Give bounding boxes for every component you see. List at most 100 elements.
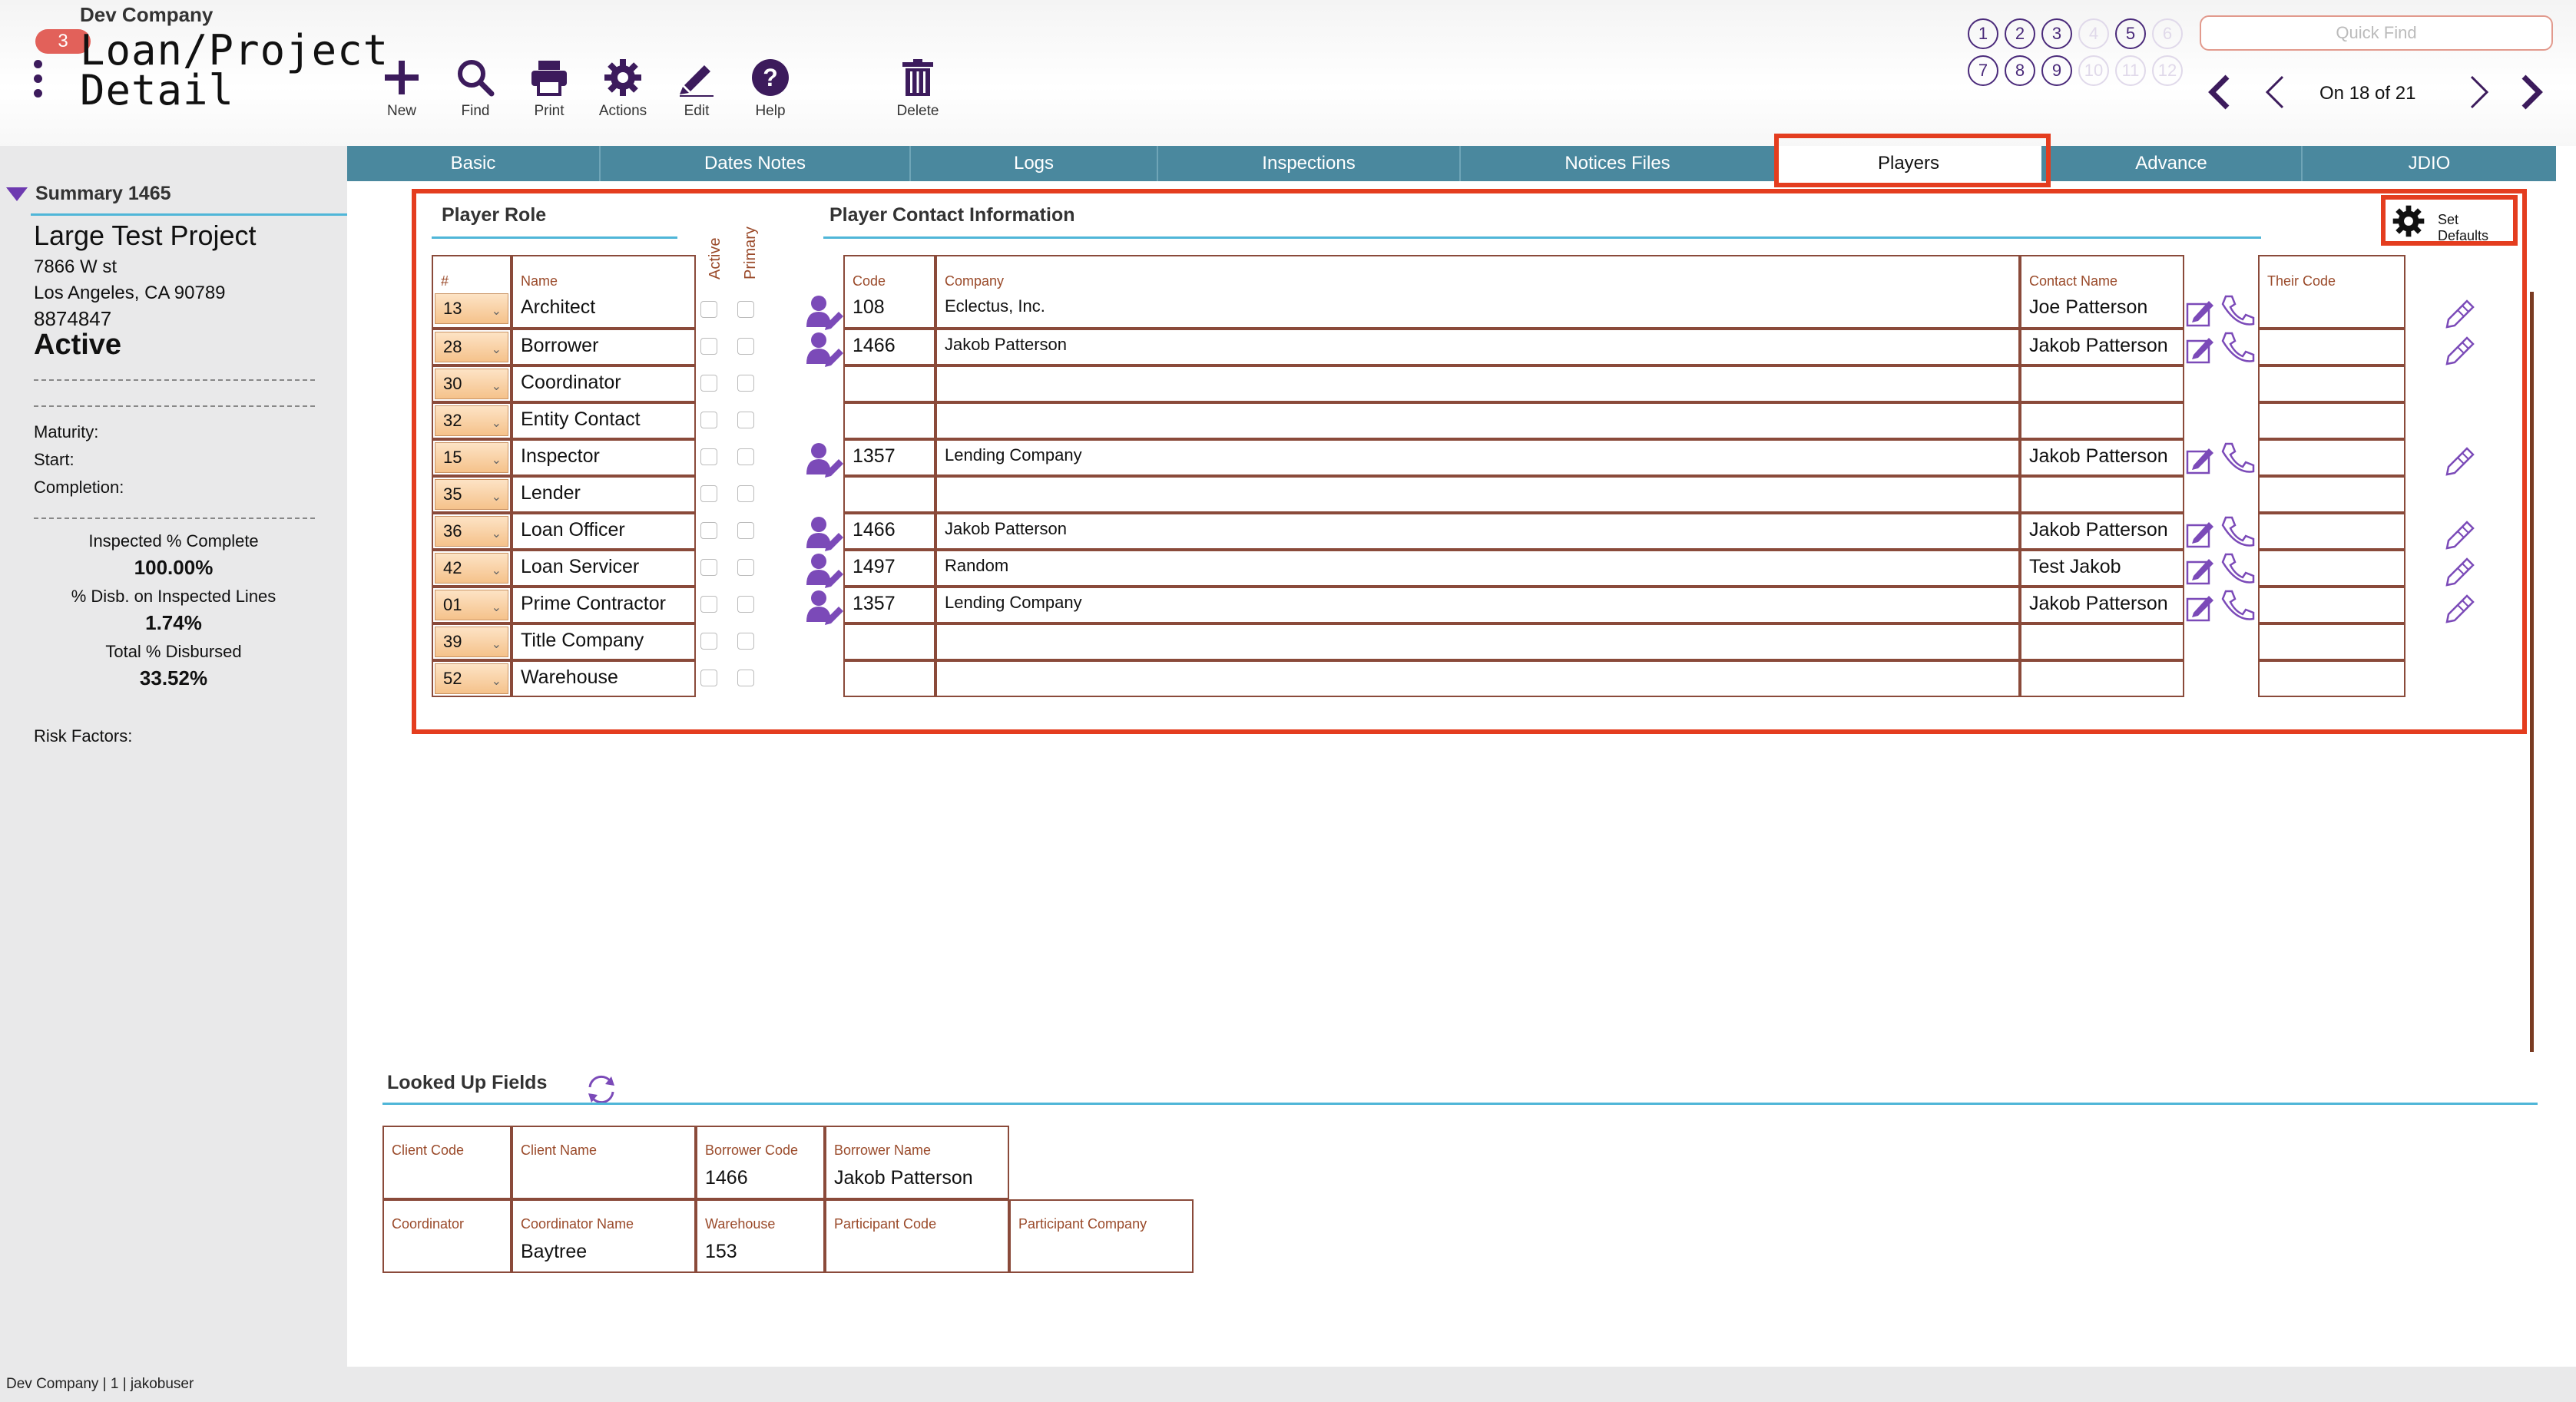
phone-icon[interactable] <box>2220 551 2255 585</box>
coordinator-field[interactable]: Coordinator <box>382 1199 512 1273</box>
contact-cell[interactable]: Jakob Patterson <box>2020 587 2184 623</box>
role-code-cell[interactable]: 15 ⌄ <box>432 439 512 476</box>
client-name-field[interactable]: Client Name <box>512 1126 696 1199</box>
role-code-cell[interactable]: 52 ⌄ <box>432 660 512 697</box>
their-code-cell[interactable] <box>2258 365 2405 402</box>
phone-icon[interactable] <box>2220 293 2255 327</box>
role-code-cell[interactable]: #13 ⌄ <box>432 255 512 329</box>
their-code-cell[interactable] <box>2258 550 2405 587</box>
company-cell[interactable] <box>935 402 2020 439</box>
company-cell[interactable] <box>935 623 2020 660</box>
company-cell[interactable]: Random <box>935 550 2020 587</box>
slot-8[interactable]: 8 <box>2005 55 2035 86</box>
role-code-cell[interactable]: 28 ⌄ <box>432 329 512 365</box>
menu-icon[interactable] <box>34 60 45 98</box>
slot-1[interactable]: 1 <box>1968 18 1998 49</box>
role-code-cell[interactable]: 32 ⌄ <box>432 402 512 439</box>
contact-cell[interactable]: Jakob Patterson <box>2020 439 2184 476</box>
slot-7[interactable]: 7 <box>1968 55 1998 86</box>
their-code-cell[interactable] <box>2258 439 2405 476</box>
active-checkbox[interactable] <box>700 670 717 686</box>
primary-checkbox[interactable] <box>737 559 754 576</box>
warehouse-field[interactable]: Warehouse 153 <box>696 1199 825 1273</box>
edit-contact-icon[interactable] <box>2186 517 2220 548</box>
company-cell[interactable] <box>935 660 2020 697</box>
role-code-cell[interactable]: 36 ⌄ <box>432 513 512 550</box>
pencil-icon[interactable] <box>2444 553 2478 587</box>
role-code-dropdown[interactable]: 15 ⌄ <box>435 442 508 473</box>
phone-icon[interactable] <box>2220 330 2255 364</box>
active-checkbox[interactable] <box>700 522 717 539</box>
primary-checkbox[interactable] <box>737 485 754 502</box>
primary-checkbox[interactable] <box>737 596 754 613</box>
role-code-dropdown[interactable]: 28 ⌄ <box>435 332 508 362</box>
their-code-cell[interactable] <box>2258 476 2405 513</box>
primary-checkbox[interactable] <box>737 375 754 392</box>
company-cell[interactable] <box>935 365 2020 402</box>
primary-checkbox[interactable] <box>737 448 754 465</box>
next-record-icon[interactable] <box>2465 74 2493 111</box>
primary-checkbox[interactable] <box>737 412 754 428</box>
their-code-cell[interactable] <box>2258 402 2405 439</box>
role-code-dropdown[interactable]: 52 ⌄ <box>435 663 508 694</box>
contact-cell[interactable]: Contact Name Joe Patterson <box>2020 255 2184 329</box>
company-cell[interactable]: Lending Company <box>935 439 2020 476</box>
role-code-cell[interactable]: 35 ⌄ <box>432 476 512 513</box>
active-checkbox[interactable] <box>700 633 717 650</box>
tab-notices-files[interactable]: Notices Files <box>1461 146 1776 181</box>
code-cell[interactable] <box>843 623 935 660</box>
primary-checkbox[interactable] <box>737 633 754 650</box>
tab-logs[interactable]: Logs <box>911 146 1158 181</box>
slot-4[interactable]: 4 <box>2078 18 2109 49</box>
their-code-cell[interactable] <box>2258 623 2405 660</box>
contact-cell[interactable]: Test Jakob <box>2020 550 2184 587</box>
slot-2[interactable]: 2 <box>2005 18 2035 49</box>
active-checkbox[interactable] <box>700 301 717 318</box>
primary-checkbox[interactable] <box>737 338 754 355</box>
active-checkbox[interactable] <box>700 485 717 502</box>
code-cell[interactable]: 1466 <box>843 513 935 550</box>
participant-code-field[interactable]: Participant Code <box>825 1199 1009 1273</box>
their-code-cell[interactable] <box>2258 329 2405 365</box>
phone-icon[interactable] <box>2220 441 2255 474</box>
role-code-dropdown[interactable]: 42 ⌄ <box>435 553 508 584</box>
code-cell[interactable] <box>843 476 935 513</box>
borrower-name-field[interactable]: Borrower Name Jakob Patterson <box>825 1126 1009 1199</box>
scrollbar[interactable] <box>2530 292 2534 1052</box>
client-code-field[interactable]: Client Code <box>382 1126 512 1199</box>
slot-5[interactable]: 5 <box>2115 18 2146 49</box>
pencil-icon[interactable] <box>2444 332 2478 365</box>
company-cell[interactable]: Company Eclectus, Inc. <box>935 255 2020 329</box>
code-cell[interactable] <box>843 402 935 439</box>
role-code-dropdown[interactable]: 39 ⌄ <box>435 627 508 657</box>
person-edit-icon[interactable] <box>805 514 845 551</box>
active-checkbox[interactable] <box>700 375 717 392</box>
pencil-icon[interactable] <box>2444 295 2478 329</box>
primary-checkbox[interactable] <box>737 670 754 686</box>
their-code-cell[interactable] <box>2258 587 2405 623</box>
edit-contact-icon[interactable] <box>2186 444 2220 474</box>
primary-checkbox[interactable] <box>737 301 754 318</box>
role-code-dropdown[interactable]: 36 ⌄ <box>435 516 508 547</box>
person-edit-icon[interactable] <box>805 330 845 367</box>
first-record-icon[interactable] <box>2206 74 2233 111</box>
slot-11[interactable]: 11 <box>2115 55 2146 86</box>
coordinator-name-field[interactable]: Coordinator Name Baytree <box>512 1199 696 1273</box>
summary-toggle[interactable]: Summary 1465 <box>6 183 171 205</box>
company-cell[interactable]: Lending Company <box>935 587 2020 623</box>
role-code-dropdown[interactable]: 35 ⌄ <box>435 479 508 510</box>
person-edit-icon[interactable] <box>805 551 845 588</box>
contact-cell[interactable] <box>2020 660 2184 697</box>
tab-jdio[interactable]: JDIO <box>2303 146 2556 181</box>
role-code-cell[interactable]: 01 ⌄ <box>432 587 512 623</box>
slot-10[interactable]: 10 <box>2078 55 2109 86</box>
borrower-code-field[interactable]: Borrower Code 1466 <box>696 1126 825 1199</box>
slot-3[interactable]: 3 <box>2041 18 2072 49</box>
role-code-dropdown[interactable]: 01 ⌄ <box>435 590 508 620</box>
active-checkbox[interactable] <box>700 448 717 465</box>
active-checkbox[interactable] <box>700 412 717 428</box>
active-checkbox[interactable] <box>700 338 717 355</box>
person-edit-icon[interactable] <box>805 441 845 478</box>
contact-cell[interactable] <box>2020 476 2184 513</box>
edit-contact-icon[interactable] <box>2186 554 2220 585</box>
